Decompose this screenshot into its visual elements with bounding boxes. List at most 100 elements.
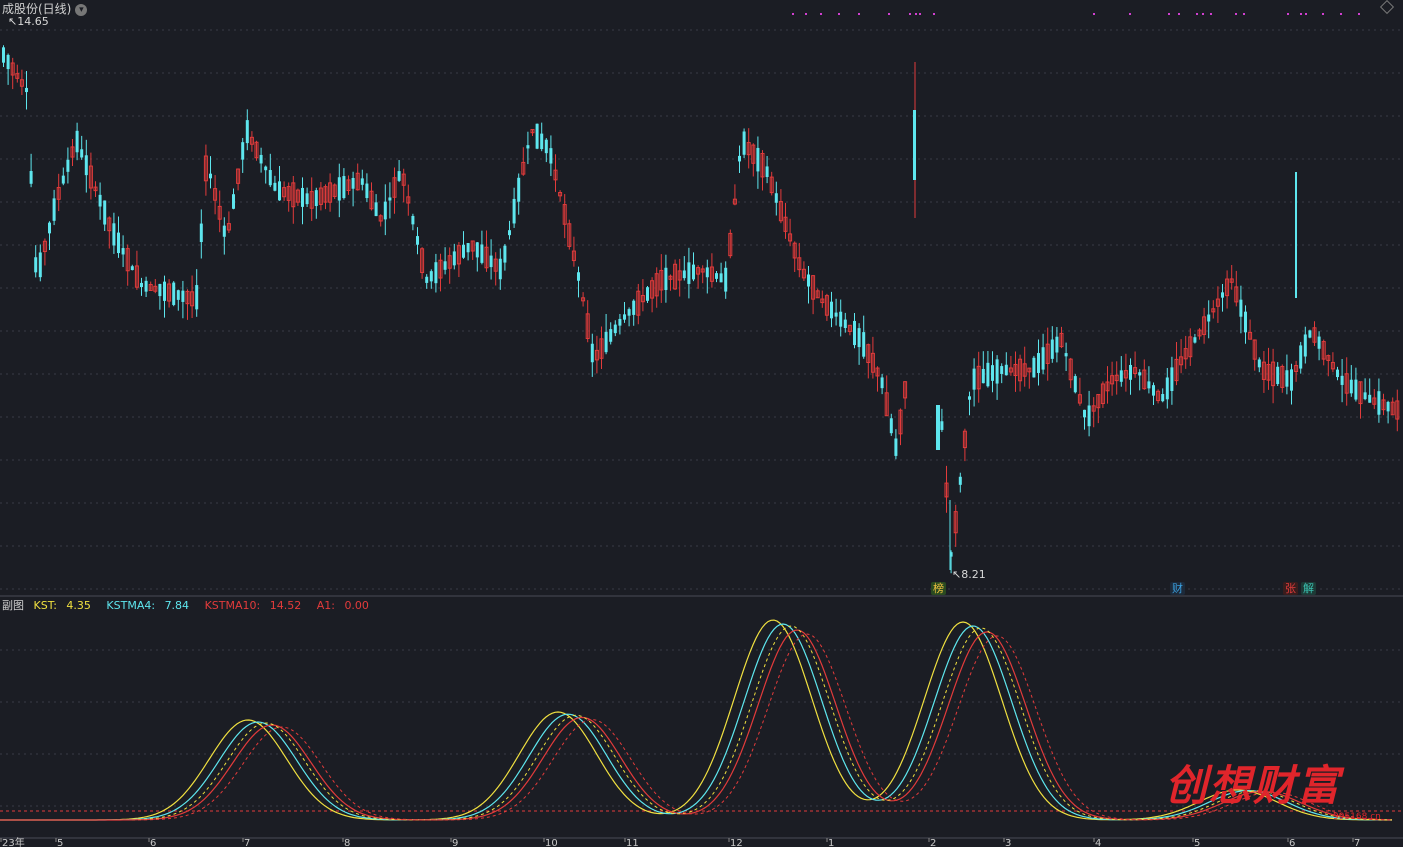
event-dot <box>1178 13 1180 15</box>
candle-down <box>144 280 148 292</box>
event-dot <box>1129 13 1131 15</box>
event-dot <box>1287 13 1289 15</box>
candle-down <box>268 170 272 186</box>
candle-down <box>429 271 433 282</box>
event-dot <box>915 13 917 15</box>
candle-down <box>995 359 999 384</box>
candle-down <box>540 133 544 150</box>
x-axis-label: 5 <box>1194 838 1200 847</box>
x-axis-label: 4 <box>1095 838 1101 847</box>
candle-down <box>1161 394 1165 402</box>
candle-down <box>1147 381 1151 389</box>
x-axis-label: 23年 <box>2 836 25 847</box>
event-dot <box>820 13 822 15</box>
candle-down <box>590 343 594 363</box>
event-dot <box>1093 13 1095 15</box>
candle-down <box>774 193 778 203</box>
candle-down <box>158 283 162 297</box>
candle-down <box>968 396 971 400</box>
candle-down <box>1165 377 1169 400</box>
candle-down <box>738 155 741 162</box>
candle-down <box>259 154 263 164</box>
candle-down <box>1290 369 1293 391</box>
marker-cai[interactable]: 财 <box>1170 582 1185 595</box>
kline-chart-canvas[interactable]: 23年 5 6 7 8 9 10 11 12 1 2 3 4 5 6 7 <box>0 0 1403 847</box>
candle-down <box>724 267 728 292</box>
marker-jie[interactable]: 解 <box>1301 582 1316 595</box>
candle-down <box>80 149 84 158</box>
candle-down <box>991 365 994 381</box>
candle-down <box>1257 359 1261 368</box>
candle-down <box>1349 379 1353 394</box>
candle-down <box>84 155 88 176</box>
candle-down <box>1239 299 1243 317</box>
watermark-logo: 创想财富 <box>1165 761 1342 810</box>
candle-down <box>301 187 304 207</box>
candle-down <box>480 244 484 263</box>
candle-down <box>498 258 502 280</box>
candle-down <box>1055 336 1059 353</box>
candle-down <box>958 476 962 485</box>
marker-bang[interactable]: 榜 <box>931 582 946 595</box>
kst-value: KST: 4.35 <box>33 599 91 612</box>
candle-down <box>29 171 33 184</box>
candle-down <box>549 148 553 164</box>
event-dot <box>1305 13 1307 15</box>
candle-down <box>1041 347 1045 370</box>
candle-down <box>889 418 893 434</box>
event-dot <box>805 13 807 15</box>
candle-down <box>264 166 268 171</box>
candle-down <box>222 225 226 237</box>
candle-down <box>2 47 5 63</box>
candle-down <box>1386 401 1390 412</box>
candle-down <box>880 377 884 389</box>
candle-down <box>52 198 56 221</box>
event-dot <box>792 13 794 15</box>
candle-down <box>434 262 438 284</box>
candle-down <box>843 319 847 329</box>
candle-down <box>1004 364 1008 376</box>
candle-down <box>475 242 479 258</box>
event-dot <box>1196 13 1198 15</box>
kstma4-value: KSTMA4: 7.84 <box>106 599 190 612</box>
candle-down <box>199 223 203 243</box>
candle-down <box>705 267 709 278</box>
candle-down <box>61 175 65 184</box>
candle-down <box>1207 314 1211 322</box>
candle-down <box>765 166 769 177</box>
candle-down <box>6 54 10 70</box>
candle-down <box>117 232 120 254</box>
candle-down <box>416 236 419 245</box>
x-axis-label: 8 <box>344 838 350 847</box>
candle-down <box>1308 330 1312 338</box>
candle-down <box>34 257 38 273</box>
candle-down <box>163 281 166 301</box>
sub-chart-label: 副图 <box>2 599 24 612</box>
high-price-label: ↖14.65 <box>8 15 49 28</box>
candle-down <box>38 252 42 278</box>
event-dot <box>909 13 911 15</box>
event-dot <box>1235 13 1237 15</box>
x-axis-label: 6 <box>150 838 156 847</box>
event-dot <box>919 13 921 15</box>
candle-down <box>48 222 51 234</box>
event-dot <box>888 13 890 15</box>
marker-zhang[interactable]: 张 <box>1283 582 1298 595</box>
candle-down <box>839 311 843 327</box>
candle-down <box>314 190 318 207</box>
candle-down <box>443 261 447 270</box>
candle-down <box>241 142 245 160</box>
candle-down <box>646 287 649 301</box>
candle-down <box>682 270 686 279</box>
event-dot <box>1322 13 1324 15</box>
candle-down <box>1073 376 1077 393</box>
x-axis-label: 7 <box>1354 838 1360 847</box>
candle-down <box>1221 292 1224 298</box>
x-axis-label: 1 <box>828 838 834 847</box>
chevron-down-circle-icon[interactable]: ▾ <box>75 3 88 16</box>
candle-down <box>1000 366 1004 374</box>
candle-down <box>181 290 185 302</box>
candle-down <box>1276 366 1280 385</box>
candle-down <box>209 173 212 179</box>
candle-down <box>894 438 898 456</box>
